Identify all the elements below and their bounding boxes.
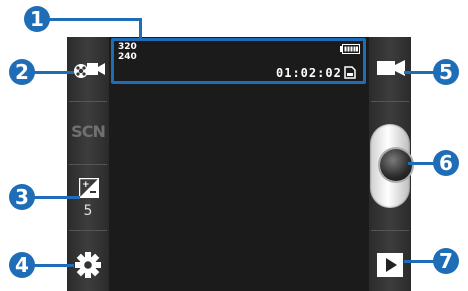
left-separator <box>69 230 107 231</box>
recording-timer: 01:02:02 <box>276 66 342 80</box>
resolution-width: 320 <box>118 42 137 52</box>
left-separator <box>69 164 107 165</box>
exposure-icon[interactable]: + <box>79 178 99 198</box>
resolution-height: 240 <box>118 52 137 62</box>
record-button-lens[interactable] <box>380 149 412 181</box>
memory-card-icon <box>344 66 356 79</box>
left-separator <box>69 101 107 102</box>
callout-badge: 2 <box>9 59 35 85</box>
video-camera-icon[interactable] <box>375 55 407 79</box>
callout-leader <box>34 264 74 267</box>
play-icon[interactable] <box>376 252 404 278</box>
callout-badge: 6 <box>433 150 459 176</box>
right-separator <box>371 230 409 231</box>
callout-badge: 4 <box>9 252 35 278</box>
gear-icon[interactable] <box>74 251 102 279</box>
callout-leader <box>139 18 142 40</box>
callout-leader <box>404 260 434 263</box>
callout-leader <box>34 196 80 199</box>
callout-badge: 7 <box>433 248 459 274</box>
battery-icon <box>340 44 360 54</box>
scene-mode-button[interactable]: SCN <box>68 122 108 141</box>
exposure-value: 5 <box>83 203 93 219</box>
callout-badge: 1 <box>24 6 50 32</box>
callout-badge: 3 <box>9 184 35 210</box>
callout-leader <box>408 162 434 165</box>
right-separator <box>371 101 409 102</box>
video-camera-effects-icon[interactable] <box>72 58 106 80</box>
callout-leader <box>404 71 434 74</box>
callout-leader <box>34 71 74 74</box>
callout-leader <box>36 18 142 21</box>
callout-badge: 5 <box>433 59 459 85</box>
svg-text:+: + <box>82 180 90 190</box>
resolution-indicator: 320 240 <box>118 42 137 62</box>
